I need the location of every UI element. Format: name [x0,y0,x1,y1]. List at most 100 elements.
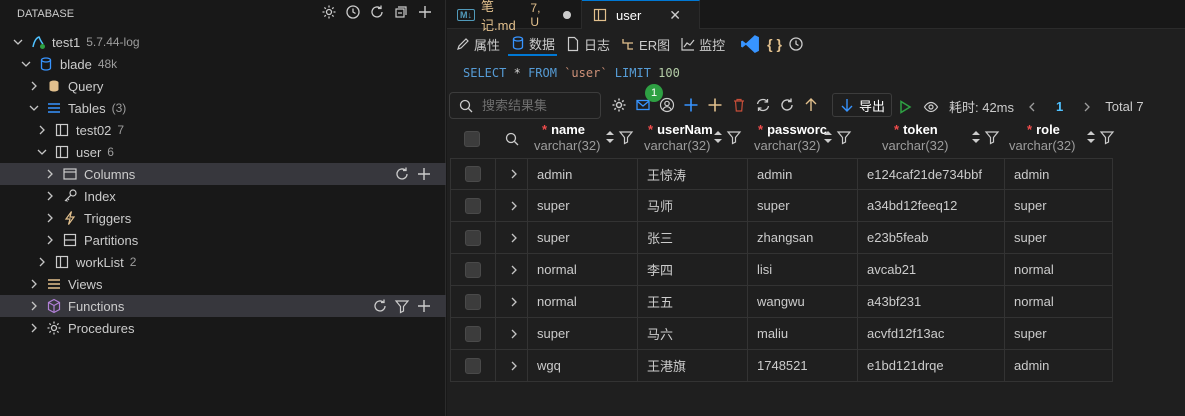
cell-password[interactable]: admin [748,158,858,190]
chevron-right-icon[interactable] [1079,99,1095,115]
search-icon[interactable] [504,131,520,147]
sort-icon[interactable] [604,129,616,145]
tree-item-blade[interactable]: blade 48k [0,53,446,75]
refresh-icon[interactable] [372,298,388,314]
sort-icon[interactable] [970,129,982,145]
tree-item-index[interactable]: Index [0,185,446,207]
cell-token[interactable]: acvfd12f13ac [858,318,1005,350]
close-icon[interactable]: ✕ [669,7,681,24]
user-icon[interactable] [659,97,675,113]
tree-item-query[interactable]: Query [0,75,446,97]
add-row-icon[interactable] [683,97,699,113]
vscode-icon[interactable] [739,33,761,55]
cell-name[interactable]: super [528,190,638,222]
chevron-right-icon[interactable] [506,294,522,310]
cell-name[interactable]: normal [528,286,638,318]
cell-password[interactable]: lisi [748,254,858,286]
tree-item-functions[interactable]: Functions [0,295,446,317]
sync-icon[interactable] [755,97,771,113]
table-row[interactable]: super 马师 super a34bd12feeq12 super [450,190,1113,222]
sort-icon[interactable] [712,129,724,145]
chevron-right-icon[interactable] [506,230,522,246]
tree-item-procedures[interactable]: Procedures [0,317,446,339]
refresh-icon[interactable] [394,166,410,182]
filter-icon[interactable] [618,129,634,145]
select-all-checkbox[interactable] [464,131,480,147]
row-checkbox[interactable] [465,325,481,342]
tree-item-views[interactable]: Views [0,273,446,295]
settings-gear-icon[interactable] [321,4,337,20]
tab-log[interactable]: 日志 [563,32,612,56]
cell-role[interactable]: super [1005,222,1113,254]
cell-name[interactable]: super [528,222,638,254]
add-icon[interactable] [416,166,432,182]
search-input[interactable] [482,98,592,113]
arrow-up-icon[interactable] [803,97,819,113]
cell-token[interactable]: e124caf21de734bbf [858,158,1005,190]
column-header-token[interactable]: * token varchar(32) [864,121,1007,157]
row-checkbox[interactable] [465,261,481,278]
row-checkbox[interactable] [465,357,481,374]
tab-data[interactable]: 数据 [508,32,558,56]
cell-name[interactable]: admin [528,158,638,190]
sql-editor[interactable]: SELECT * FROM `user` LIMIT 100 [451,60,1181,88]
collapse-all-icon[interactable] [393,4,409,20]
tab-user[interactable]: user ✕ [582,0,700,29]
chevron-left-icon[interactable] [1024,99,1040,115]
chevron-right-icon[interactable] [506,326,522,342]
cell-password[interactable]: super [748,190,858,222]
settings-gear-icon[interactable] [611,97,627,113]
table-row[interactable]: admin 王惊涛 admin e124caf21de734bbf admin [450,158,1113,190]
cell-token[interactable]: avcab21 [858,254,1005,286]
tree-item-columns[interactable]: Columns [0,163,446,185]
tree-item-test1[interactable]: test1 5.7.44-log [0,31,446,53]
cell-name[interactable]: wgq [528,350,638,382]
row-checkbox[interactable] [465,293,481,310]
tree-item-user[interactable]: user 6 [0,141,446,163]
tree-item-triggers[interactable]: Triggers [0,207,446,229]
cell-username[interactable]: 李四 [638,254,748,286]
cell-token[interactable]: a43bf231 [858,286,1005,318]
table-row[interactable]: normal 李四 lisi avcab21 normal [450,254,1113,286]
cell-username[interactable]: 王惊涛 [638,158,748,190]
column-header-password[interactable]: * passworc varchar(32) [754,121,864,157]
tab-properties[interactable]: 属性 [453,32,502,56]
table-row[interactable]: wgq 王港旗 1748521 e1bd121drqe admin [450,350,1113,382]
chevron-right-icon[interactable] [506,358,522,374]
cell-username[interactable]: 王五 [638,286,748,318]
column-header-role[interactable]: * role varchar(32) [1007,121,1117,157]
cell-token[interactable]: e1bd121drqe [858,350,1005,382]
chevron-right-icon[interactable] [506,262,522,278]
history-icon[interactable] [788,36,804,52]
cell-password[interactable]: zhangsan [748,222,858,254]
table-row[interactable]: super 张三 zhangsan e23b5feab super [450,222,1113,254]
cell-password[interactable]: wangwu [748,286,858,318]
table-row[interactable]: normal 王五 wangwu a43bf231 normal [450,286,1113,318]
tree-item-worklist[interactable]: workList 2 [0,251,446,273]
tree-item-tables[interactable]: Tables (3) [0,97,446,119]
row-checkbox[interactable] [465,197,481,214]
row-checkbox[interactable] [465,229,481,246]
run-play-icon[interactable] [897,99,913,115]
history-icon[interactable] [345,4,361,20]
filter-icon[interactable] [1099,129,1115,145]
cell-role[interactable]: super [1005,190,1113,222]
cell-username[interactable]: 张三 [638,222,748,254]
cell-password[interactable]: maliu [748,318,858,350]
cell-username[interactable]: 马六 [638,318,748,350]
column-header-username[interactable]: * userNam varchar(32) [644,121,754,157]
cell-password[interactable]: 1748521 [748,350,858,382]
add-copy-icon[interactable] [707,97,723,113]
braces-icon[interactable]: { } [767,36,782,52]
tab-er-diagram[interactable]: ER图 [618,32,672,56]
cell-role[interactable]: super [1005,318,1113,350]
sort-icon[interactable] [1085,129,1097,145]
cell-token[interactable]: a34bd12feeq12 [858,190,1005,222]
filter-icon[interactable] [394,298,410,314]
delete-icon[interactable] [731,97,747,113]
cell-role[interactable]: admin [1005,158,1113,190]
cell-role[interactable]: normal [1005,286,1113,318]
filter-icon[interactable] [984,129,1000,145]
filter-icon[interactable] [726,129,742,145]
cell-name[interactable]: super [528,318,638,350]
